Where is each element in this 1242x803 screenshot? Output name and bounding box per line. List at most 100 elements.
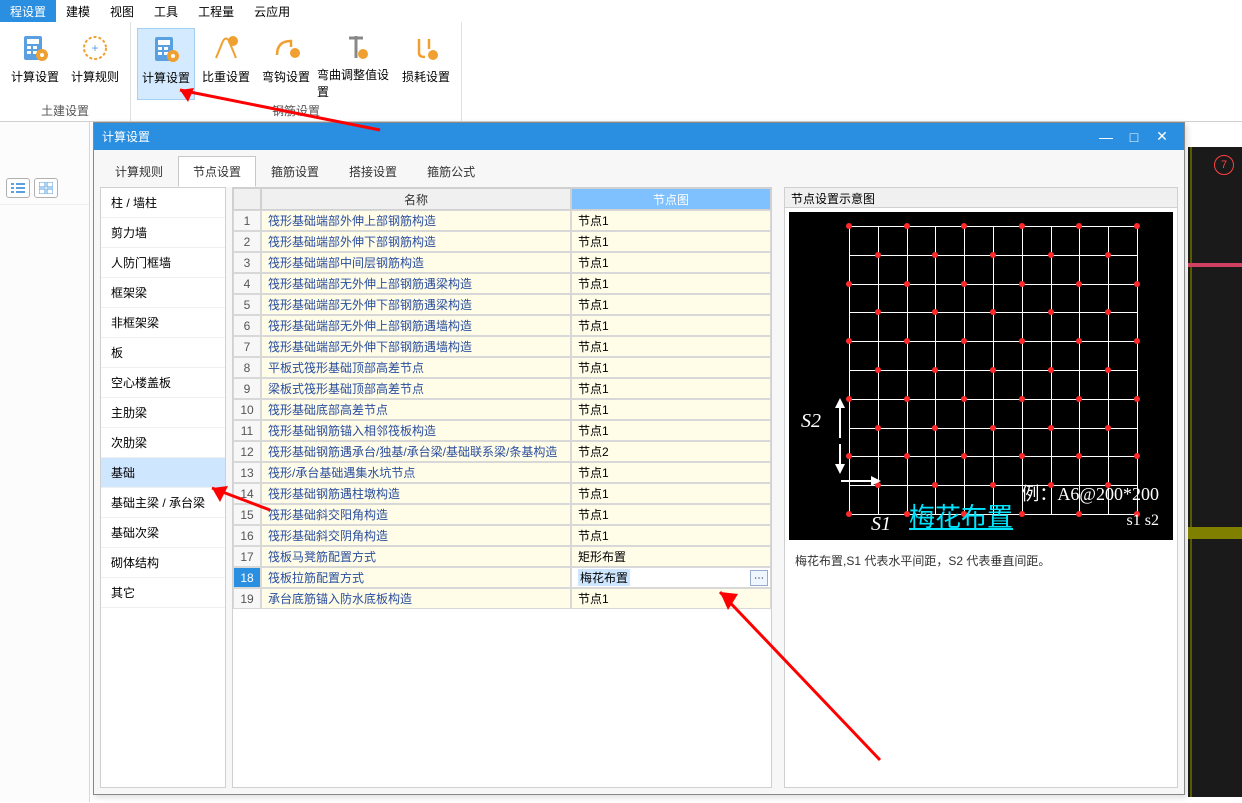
- cell-name[interactable]: 筏形基础斜交阳角构造: [261, 504, 571, 525]
- cell-node[interactable]: 节点1: [571, 525, 771, 546]
- cell-node[interactable]: 节点1: [571, 315, 771, 336]
- table-row[interactable]: 9梁板式筏形基础顶部高差节点节点1: [233, 378, 771, 399]
- ribbon-计算规则[interactable]: +计算规则: [66, 28, 124, 100]
- browse-button[interactable]: ⋯: [750, 570, 768, 586]
- cell-name[interactable]: 筏形/承台基础遇集水坑节点: [261, 462, 571, 483]
- table-row[interactable]: 16筏形基础斜交阴角构造节点1: [233, 525, 771, 546]
- cell-node[interactable]: 节点1: [571, 252, 771, 273]
- cell-node[interactable]: 节点1: [571, 483, 771, 504]
- cell-node[interactable]: 节点1: [571, 504, 771, 525]
- cell-node[interactable]: 矩形布置: [571, 546, 771, 567]
- minimize-button[interactable]: —: [1092, 127, 1120, 147]
- tab-节点设置[interactable]: 节点设置: [178, 156, 256, 187]
- cell-node[interactable]: 节点1: [571, 420, 771, 441]
- cell-node[interactable]: 节点1: [571, 210, 771, 231]
- cell-node[interactable]: 节点1: [571, 357, 771, 378]
- sidebar-item-11[interactable]: 基础次梁: [101, 518, 225, 548]
- dialog-titlebar[interactable]: 计算设置 — □ ✕: [94, 123, 1184, 150]
- table-row[interactable]: 5筏形基础端部无外伸下部钢筋遇梁构造节点1: [233, 294, 771, 315]
- table-row[interactable]: 4筏形基础端部无外伸上部钢筋遇梁构造节点1: [233, 273, 771, 294]
- table-row[interactable]: 1筏形基础端部外伸上部钢筋构造节点1: [233, 210, 771, 231]
- menu-视图[interactable]: 视图: [100, 0, 144, 23]
- sidebar-item-10[interactable]: 基础主梁 / 承台梁: [101, 488, 225, 518]
- cell-name[interactable]: 筏形基础端部外伸上部钢筋构造: [261, 210, 571, 231]
- cell-node[interactable]: 梅花布置⋯: [571, 567, 771, 588]
- table-row[interactable]: 14筏形基础钢筋遇柱墩构造节点1: [233, 483, 771, 504]
- cell-name[interactable]: 承台底筋锚入防水底板构造: [261, 588, 571, 609]
- cell-name[interactable]: 筏形基础端部无外伸上部钢筋遇墙构造: [261, 315, 571, 336]
- cell-name[interactable]: 平板式筏形基础顶部高差节点: [261, 357, 571, 378]
- tab-箍筋设置[interactable]: 箍筋设置: [256, 156, 334, 187]
- cell-node[interactable]: 节点2: [571, 441, 771, 462]
- tab-箍筋公式[interactable]: 箍筋公式: [412, 156, 490, 187]
- table-row[interactable]: 2筏形基础端部外伸下部钢筋构造节点1: [233, 231, 771, 252]
- sidebar-item-1[interactable]: 剪力墙: [101, 218, 225, 248]
- cell-node[interactable]: 节点1: [571, 294, 771, 315]
- table-row[interactable]: 17筏板马凳筋配置方式矩形布置: [233, 546, 771, 567]
- table-row[interactable]: 18筏板拉筋配置方式梅花布置⋯: [233, 567, 771, 588]
- cell-node[interactable]: 节点1: [571, 336, 771, 357]
- ribbon-计算设置[interactable]: 计算设置: [137, 28, 195, 100]
- menu-工具[interactable]: 工具: [144, 0, 188, 23]
- cell-name[interactable]: 筏形基础钢筋遇承台/独基/承台梁/基础联系梁/条基构造: [261, 441, 571, 462]
- sidebar-item-9[interactable]: 基础: [101, 458, 225, 488]
- tab-计算规则[interactable]: 计算规则: [100, 156, 178, 187]
- grid-view-icon[interactable]: [34, 178, 58, 198]
- sidebar-item-7[interactable]: 主肋梁: [101, 398, 225, 428]
- cell-node[interactable]: 节点1: [571, 588, 771, 609]
- table-row[interactable]: 10筏形基础底部高差节点节点1: [233, 399, 771, 420]
- cell-node[interactable]: 节点1: [571, 378, 771, 399]
- cell-name[interactable]: 筏形基础端部无外伸下部钢筋遇梁构造: [261, 294, 571, 315]
- ribbon-损耗设置[interactable]: 损耗设置: [397, 28, 455, 100]
- table-row[interactable]: 11筏形基础钢筋锚入相邻筏板构造节点1: [233, 420, 771, 441]
- cell-name[interactable]: 筏形基础底部高差节点: [261, 399, 571, 420]
- tab-搭接设置[interactable]: 搭接设置: [334, 156, 412, 187]
- ribbon: 计算设置+计算规则土建设置计算设置比重设置弯钩设置弯曲调整值设置损耗设置钢筋设置: [0, 22, 1242, 122]
- sidebar-item-2[interactable]: 人防门框墙: [101, 248, 225, 278]
- table-row[interactable]: 19承台底筋锚入防水底板构造节点1: [233, 588, 771, 609]
- menu-程设置[interactable]: 程设置: [0, 0, 56, 23]
- preview-diagram: S2 S1 例：A6@200*200 s1 s2 梅花布置: [789, 212, 1173, 540]
- menu-云应用[interactable]: 云应用: [244, 0, 300, 23]
- cell-node[interactable]: 节点1: [571, 462, 771, 483]
- maximize-button[interactable]: □: [1120, 127, 1148, 147]
- sidebar-item-13[interactable]: 其它: [101, 578, 225, 608]
- ribbon-计算设置[interactable]: 计算设置: [6, 28, 64, 100]
- sidebar-item-0[interactable]: 柱 / 墙柱: [101, 188, 225, 218]
- ribbon-弯钩设置[interactable]: 弯钩设置: [257, 28, 315, 100]
- meihua-link[interactable]: 梅花布置: [909, 497, 1013, 534]
- table-row[interactable]: 15筏形基础斜交阳角构造节点1: [233, 504, 771, 525]
- sidebar-item-5[interactable]: 板: [101, 338, 225, 368]
- table-row[interactable]: 12筏形基础钢筋遇承台/独基/承台梁/基础联系梁/条基构造节点2: [233, 441, 771, 462]
- cell-name[interactable]: 筏形基础斜交阴角构造: [261, 525, 571, 546]
- cell-name[interactable]: 筏板马凳筋配置方式: [261, 546, 571, 567]
- menu-建模[interactable]: 建模: [56, 0, 100, 23]
- table-row[interactable]: 7筏形基础端部无外伸下部钢筋遇墙构造节点1: [233, 336, 771, 357]
- table-row[interactable]: 13筏形/承台基础遇集水坑节点节点1: [233, 462, 771, 483]
- cell-name[interactable]: 筏形基础端部中间层钢筋构造: [261, 252, 571, 273]
- menu-工程量[interactable]: 工程量: [188, 0, 244, 23]
- cell-node[interactable]: 节点1: [571, 273, 771, 294]
- cell-name[interactable]: 筏形基础端部无外伸上部钢筋遇梁构造: [261, 273, 571, 294]
- ribbon-比重设置[interactable]: 比重设置: [197, 28, 255, 100]
- ribbon-弯曲调整值设置[interactable]: 弯曲调整值设置: [317, 28, 395, 100]
- cell-name[interactable]: 筏形基础端部外伸下部钢筋构造: [261, 231, 571, 252]
- cell-name[interactable]: 筏形基础端部无外伸下部钢筋遇墙构造: [261, 336, 571, 357]
- sidebar-item-8[interactable]: 次肋梁: [101, 428, 225, 458]
- cell-name[interactable]: 筏形基础钢筋遇柱墩构造: [261, 483, 571, 504]
- cell-name[interactable]: 筏板拉筋配置方式: [261, 567, 571, 588]
- close-button[interactable]: ✕: [1148, 127, 1176, 147]
- sidebar-item-12[interactable]: 砌体结构: [101, 548, 225, 578]
- sidebar-item-3[interactable]: 框架梁: [101, 278, 225, 308]
- sidebar-item-4[interactable]: 非框架梁: [101, 308, 225, 338]
- col-node[interactable]: 节点图: [571, 188, 771, 210]
- table-row[interactable]: 3筏形基础端部中间层钢筋构造节点1: [233, 252, 771, 273]
- cell-name[interactable]: 筏形基础钢筋锚入相邻筏板构造: [261, 420, 571, 441]
- list-view-icon[interactable]: [6, 178, 30, 198]
- cell-node[interactable]: 节点1: [571, 399, 771, 420]
- table-row[interactable]: 8平板式筏形基础顶部高差节点节点1: [233, 357, 771, 378]
- table-row[interactable]: 6筏形基础端部无外伸上部钢筋遇墙构造节点1: [233, 315, 771, 336]
- sidebar-item-6[interactable]: 空心楼盖板: [101, 368, 225, 398]
- cell-node[interactable]: 节点1: [571, 231, 771, 252]
- cell-name[interactable]: 梁板式筏形基础顶部高差节点: [261, 378, 571, 399]
